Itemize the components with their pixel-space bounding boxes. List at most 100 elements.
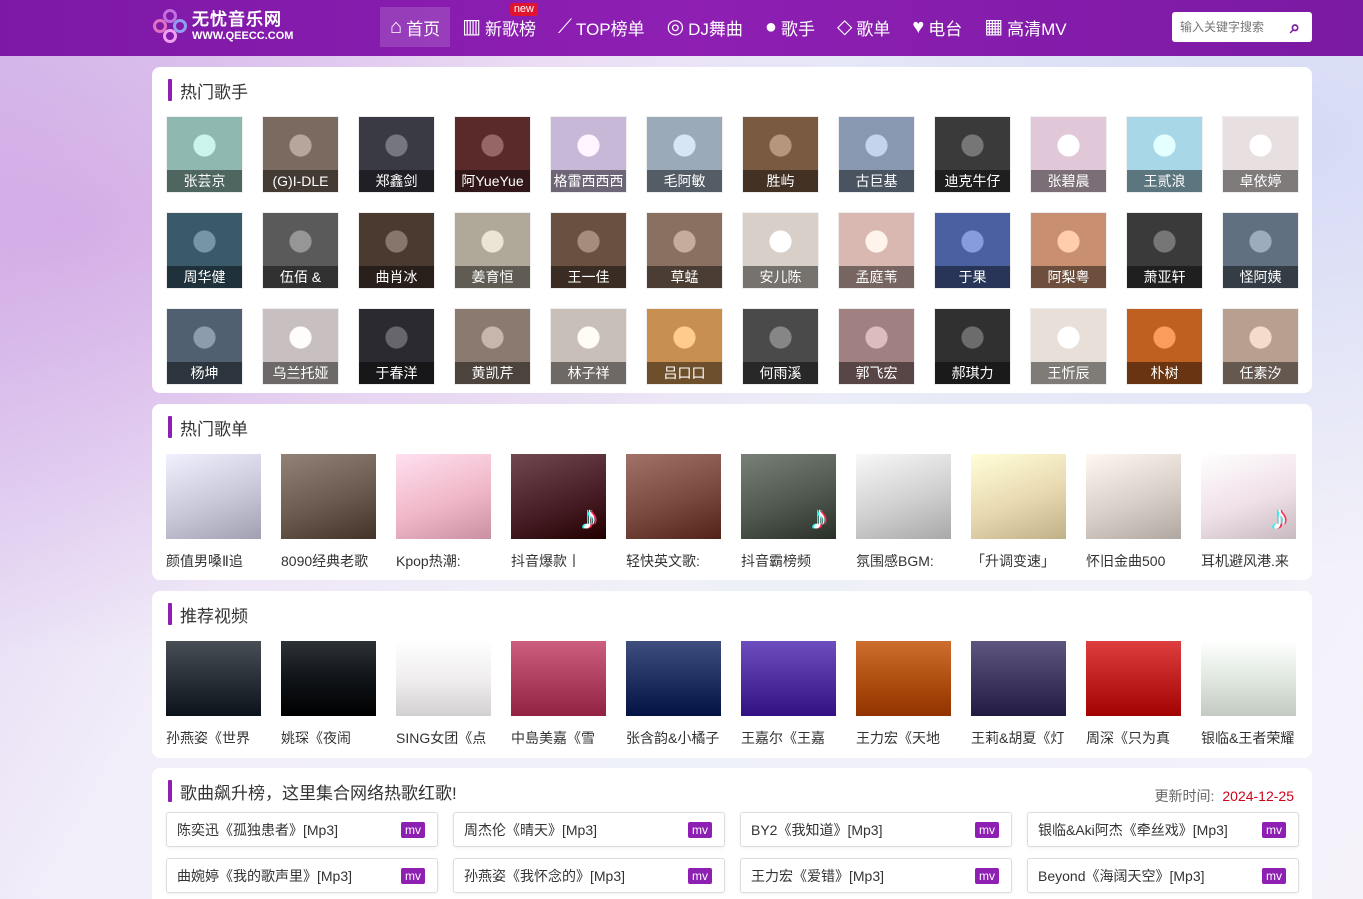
singer-card[interactable]: 阿YueYue xyxy=(454,116,531,193)
singer-name: 朴树 xyxy=(1127,362,1202,384)
search-icon[interactable]: ⌕ xyxy=(1280,12,1310,42)
singer-card[interactable]: 于春洋 xyxy=(358,308,435,385)
playlist-card[interactable]: ♪ 耳机避风港.来 xyxy=(1201,454,1296,571)
nav-item-2[interactable]: ⟋ TOP榜单 xyxy=(548,7,655,47)
singer-card[interactable]: 郝琪力 xyxy=(934,308,1011,385)
playlist-title: 抖音爆款丨 xyxy=(511,553,581,569)
singer-card[interactable]: 草蜢 xyxy=(646,212,723,289)
singer-card[interactable]: 乌兰托娅 xyxy=(262,308,339,385)
singer-card[interactable]: 阿梨粤 xyxy=(1030,212,1107,289)
singer-card[interactable]: 姜育恒 xyxy=(454,212,531,289)
playlist-card[interactable]: ♪ 抖音爆款丨 xyxy=(511,454,606,571)
video-card[interactable]: 王嘉尔《王嘉 xyxy=(741,641,836,748)
video-card[interactable]: SING女团《点 xyxy=(396,641,491,748)
singer-card[interactable]: 胜屿 xyxy=(742,116,819,193)
video-card[interactable]: 中島美嘉《雪 xyxy=(511,641,606,748)
song-item[interactable]: 银临&Aki阿杰《牵丝戏》[Mp3] mv xyxy=(1027,812,1299,847)
playlist-title: 抖音霸榜频 xyxy=(741,553,811,569)
singer-card[interactable]: 郭飞宏 xyxy=(838,308,915,385)
song-item[interactable]: 曲婉婷《我的歌声里》[Mp3] mv xyxy=(166,858,438,893)
video-card[interactable]: 张含韵&小橘子 xyxy=(626,641,721,748)
mv-badge[interactable]: mv xyxy=(975,867,999,884)
singer-name: 毛阿敏 xyxy=(647,170,722,192)
song-item[interactable]: 王力宏《爱错》[Mp3] mv xyxy=(740,858,1012,893)
video-thumbnail xyxy=(396,641,491,716)
video-card[interactable]: 银临&王者荣耀 xyxy=(1201,641,1296,748)
singer-card[interactable]: 格雷西西西 xyxy=(550,116,627,193)
heartbeat-icon: ♥ xyxy=(912,16,925,38)
singer-name: 阿梨粤 xyxy=(1031,266,1106,288)
playlist-card[interactable]: 8090经典老歌 xyxy=(281,454,376,571)
singer-card[interactable]: 曲肖冰 xyxy=(358,212,435,289)
playlist-card[interactable]: 氛围感BGM: xyxy=(856,454,951,571)
user-icon: ● xyxy=(764,16,777,38)
singer-card[interactable]: 王忻辰 xyxy=(1030,308,1107,385)
mv-badge[interactable]: mv xyxy=(401,867,425,884)
singer-card[interactable]: 周华健 xyxy=(166,212,243,289)
singer-card[interactable]: 毛阿敏 xyxy=(646,116,723,193)
video-card[interactable]: 王力宏《天地 xyxy=(856,641,951,748)
singer-card[interactable]: (G)I-DLE xyxy=(262,116,339,193)
singer-card[interactable]: 张碧晨 xyxy=(1030,116,1107,193)
video-card[interactable]: 孙燕姿《世界 xyxy=(166,641,261,748)
singer-card[interactable]: 张芸京 xyxy=(166,116,243,193)
song-item[interactable]: BY2《我知道》[Mp3] mv xyxy=(740,812,1012,847)
singer-card[interactable]: 萧亚轩 xyxy=(1126,212,1203,289)
singer-card[interactable]: 王一佳 xyxy=(550,212,627,289)
mv-badge[interactable]: mv xyxy=(401,821,425,838)
video-card[interactable]: 王莉&胡夏《灯 xyxy=(971,641,1066,748)
nav-label: 首页 xyxy=(406,19,441,39)
song-item[interactable]: Beyond《海阔天空》[Mp3] mv xyxy=(1027,858,1299,893)
nav-item-0[interactable]: ⌂ 首页 xyxy=(380,7,451,47)
singer-card[interactable]: 林子祥 xyxy=(550,308,627,385)
search-input[interactable] xyxy=(1172,13,1280,41)
playlist-card[interactable]: 怀旧金曲500 xyxy=(1086,454,1181,571)
search-box: ⌕ xyxy=(1172,12,1312,42)
playlist-cover xyxy=(971,454,1066,539)
playlist-card[interactable]: Kpop热潮: xyxy=(396,454,491,571)
section-title: 热门歌单 xyxy=(180,419,248,439)
video-card[interactable]: 周深《只为真 xyxy=(1086,641,1181,748)
trend-line-icon: ⟋ xyxy=(558,16,572,38)
singer-card[interactable]: 王贰浪 xyxy=(1126,116,1203,193)
nav-item-6[interactable]: ♥ 电台 xyxy=(902,7,972,47)
nav-item-7[interactable]: ▦ 高清MV xyxy=(974,7,1076,47)
mv-badge[interactable]: mv xyxy=(1262,821,1286,838)
nav-item-3[interactable]: ◎ DJ舞曲 xyxy=(657,7,753,47)
playlist-card[interactable]: 「升调变速」 xyxy=(971,454,1066,571)
singer-card[interactable]: 于果 xyxy=(934,212,1011,289)
playlist-card[interactable]: ♪ 抖音霸榜频 xyxy=(741,454,836,571)
singer-card[interactable]: 杨坤 xyxy=(166,308,243,385)
nav-label: TOP榜单 xyxy=(576,19,645,39)
nav-item-4[interactable]: ● 歌手 xyxy=(755,7,825,47)
mv-badge[interactable]: mv xyxy=(688,821,712,838)
playlist-card[interactable]: 轻快英文歌: xyxy=(626,454,721,571)
singer-card[interactable]: 郑鑫剑 xyxy=(358,116,435,193)
song-item[interactable]: 孙燕姿《我怀念的》[Mp3] mv xyxy=(453,858,725,893)
singer-card[interactable]: 古巨基 xyxy=(838,116,915,193)
singer-card[interactable]: 黄凯芹 xyxy=(454,308,531,385)
playlist-card[interactable]: 颜值男嗓Ⅱ追 xyxy=(166,454,261,571)
site-logo[interactable]: 无忧音乐网 WWW.QEECC.COM xyxy=(152,8,293,44)
singer-card[interactable]: 伍佰 & xyxy=(262,212,339,289)
singer-card[interactable]: 吕口口 xyxy=(646,308,723,385)
singer-card[interactable]: 任素汐 xyxy=(1222,308,1299,385)
video-card[interactable]: 姚琛《夜闹 xyxy=(281,641,376,748)
singer-card[interactable]: 迪克牛仔 xyxy=(934,116,1011,193)
singer-card[interactable]: 怪阿姨 xyxy=(1222,212,1299,289)
singer-name: 伍佰 & xyxy=(263,266,338,288)
playlist-cover xyxy=(626,454,721,539)
singer-card[interactable]: 孟庭苇 xyxy=(838,212,915,289)
nav-item-1[interactable]: ▥ 新歌榜 new xyxy=(452,3,546,47)
singer-card[interactable]: 朴树 xyxy=(1126,308,1203,385)
singer-card[interactable]: 安儿陈 xyxy=(742,212,819,289)
singer-card[interactable]: 卓依婷 xyxy=(1222,116,1299,193)
song-item[interactable]: 陈奕迅《孤独患者》[Mp3] mv xyxy=(166,812,438,847)
mv-badge[interactable]: mv xyxy=(975,821,999,838)
mv-badge[interactable]: mv xyxy=(1262,867,1286,884)
mv-badge[interactable]: mv xyxy=(688,867,712,884)
singer-card[interactable]: 何雨溪 xyxy=(742,308,819,385)
video-title: 王嘉尔《王嘉 xyxy=(741,730,825,746)
nav-item-5[interactable]: ◇ 歌单 xyxy=(827,7,900,47)
song-item[interactable]: 周杰伦《晴天》[Mp3] mv xyxy=(453,812,725,847)
